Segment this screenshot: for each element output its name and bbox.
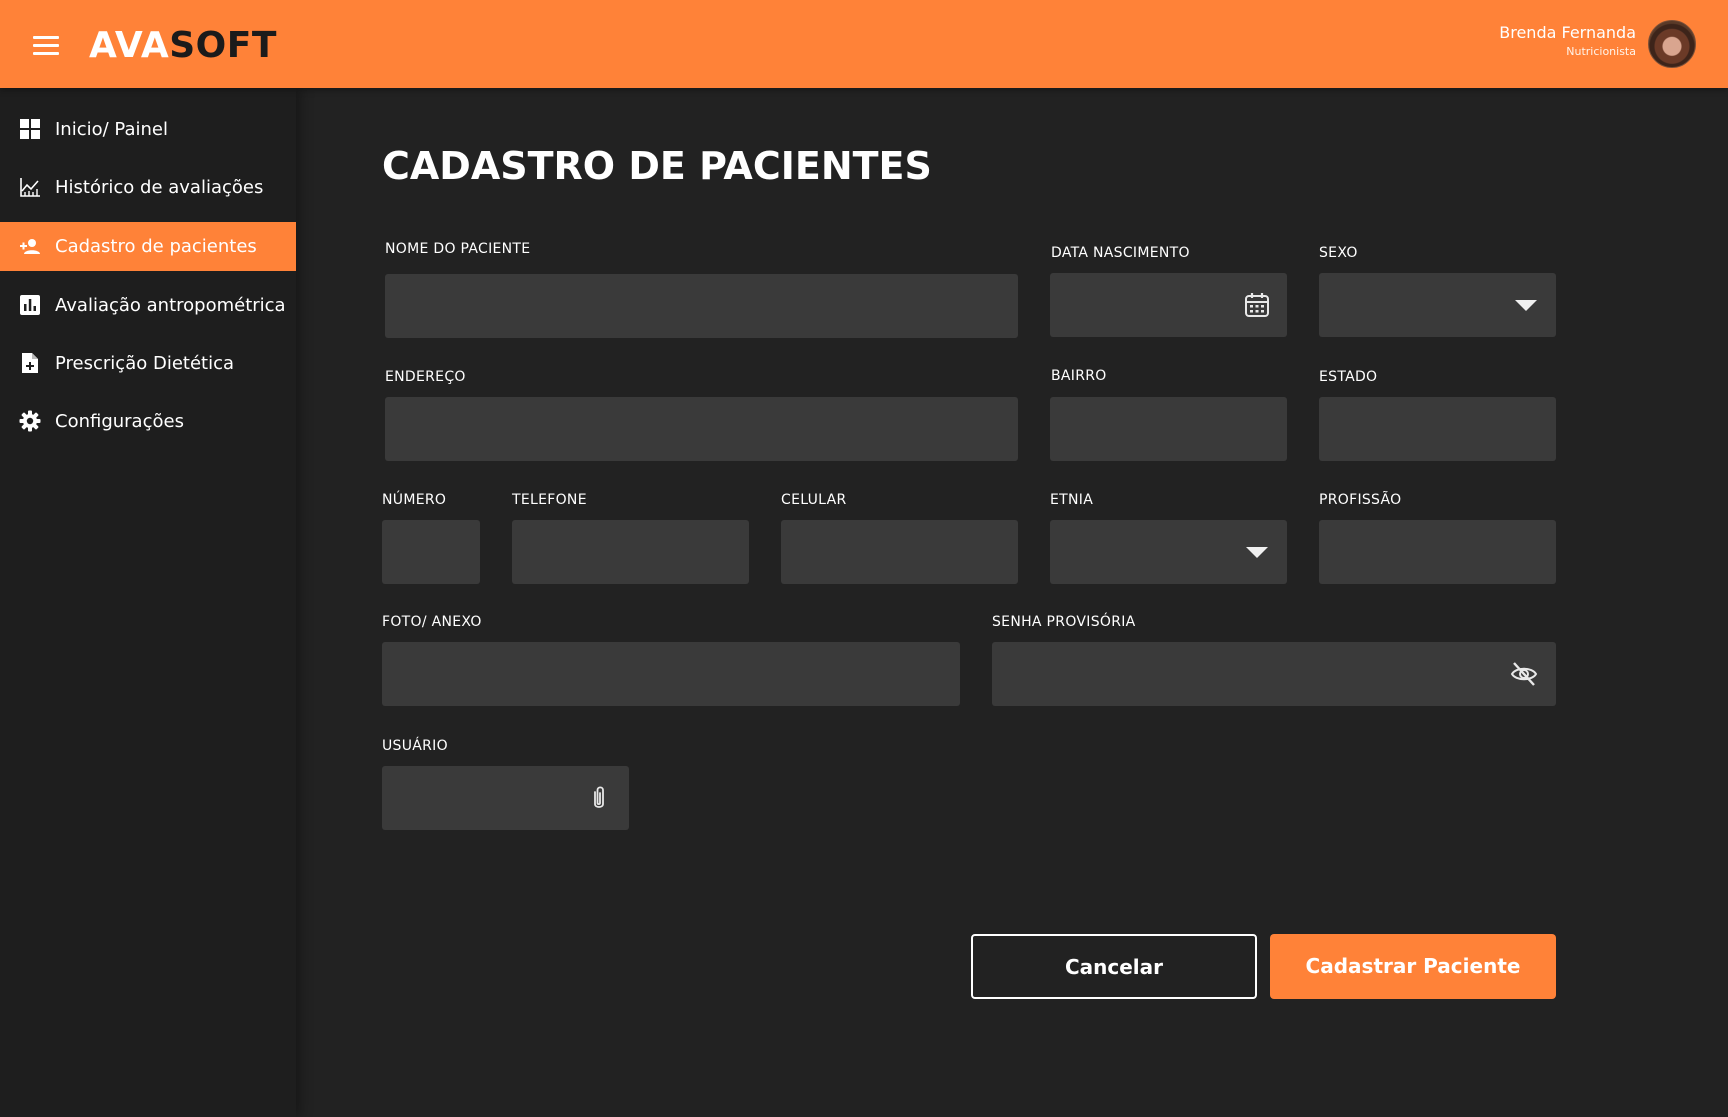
etnia-label: ETNIA [1050,492,1094,508]
sidebar-item-cadastro[interactable]: Cadastro de pacientes [0,222,296,271]
gear-icon [19,410,41,432]
foto-label: FOTO/ ANEXO [382,614,482,630]
numero-field[interactable] [382,520,480,584]
sidebar-item-configuracoes[interactable]: Configurações [0,397,296,446]
top-bar: AVASOFT Brenda Fernanda Nutricionista [0,0,1728,88]
avatar[interactable] [1648,20,1696,68]
usuario-label: USUÁRIO [382,738,448,754]
profissao-field[interactable] [1319,520,1556,584]
telefone-field[interactable] [512,520,749,584]
nome-label: NOME DO PACIENTE [385,241,531,257]
endereco-field[interactable] [385,397,1018,461]
senha-label: SENHA PROVISÓRIA [992,614,1136,630]
user-name: Brenda Fernanda [1499,23,1636,42]
user-role: Nutricionista [1566,45,1636,58]
dropdown-arrow-icon [1246,547,1268,558]
bar-chart-icon [20,295,40,315]
sexo-label: SEXO [1319,245,1358,261]
bairro-label: BAIRRO [1051,368,1107,384]
etnia-select[interactable] [1050,520,1287,584]
paperclip-icon[interactable] [585,784,613,812]
dropdown-arrow-icon [1515,300,1537,311]
sidebar-item-label: Prescrição Dietética [55,353,235,374]
user-info[interactable]: Brenda Fernanda Nutricionista [1499,22,1636,60]
endereco-label: ENDEREÇO [385,369,466,385]
usuario-field[interactable] [382,766,629,830]
page-title: CADASTRO DE PACIENTES [382,144,932,188]
dashboard-icon [20,119,40,139]
birthdate-field[interactable] [1050,273,1287,337]
chart-icon [20,178,40,197]
submit-button[interactable]: Cadastrar Paciente [1270,934,1556,999]
sidebar-item-prescricao[interactable]: Prescrição Dietética [0,339,296,388]
sidebar-item-avaliacao[interactable]: Avaliação antropométrica [0,281,296,330]
sexo-select[interactable] [1319,273,1556,337]
cancel-button[interactable]: Cancelar [971,934,1257,999]
numero-label: NÚMERO [382,492,447,508]
nome-field[interactable] [385,274,1018,338]
telefone-label: TELEFONE [512,492,587,508]
menu-icon[interactable] [33,36,59,56]
sidebar-item-label: Configurações [55,411,184,432]
eye-off-icon[interactable] [1510,660,1538,688]
sidebar-item-inicio-painel[interactable]: Inicio/ Painel [0,105,296,154]
bairro-field[interactable] [1050,397,1287,461]
nascimento-label: DATA NASCIMENTO [1051,245,1190,261]
sidebar-item-label: Histórico de avaliações [55,177,264,198]
foto-field[interactable] [382,642,960,706]
estado-field[interactable] [1319,397,1556,461]
app-logo: AVASOFT [89,25,277,66]
calendar-icon[interactable] [1243,291,1271,319]
profissao-label: PROFISSÃO [1319,492,1402,508]
sidebar-item-label: Cadastro de pacientes [55,236,257,257]
sidebar-item-historico[interactable]: Histórico de avaliações [0,163,296,212]
document-add-icon [22,353,38,373]
celular-label: CELULAR [781,492,847,508]
person-add-icon [20,239,40,254]
sidebar-item-label: Avaliação antropométrica [55,295,286,316]
celular-field[interactable] [781,520,1018,584]
sidebar-item-label: Inicio/ Painel [55,119,168,140]
estado-label: ESTADO [1319,369,1378,385]
sidebar: Inicio/ Painel Histórico de avaliações C… [0,88,296,1117]
senha-field[interactable] [992,642,1556,706]
